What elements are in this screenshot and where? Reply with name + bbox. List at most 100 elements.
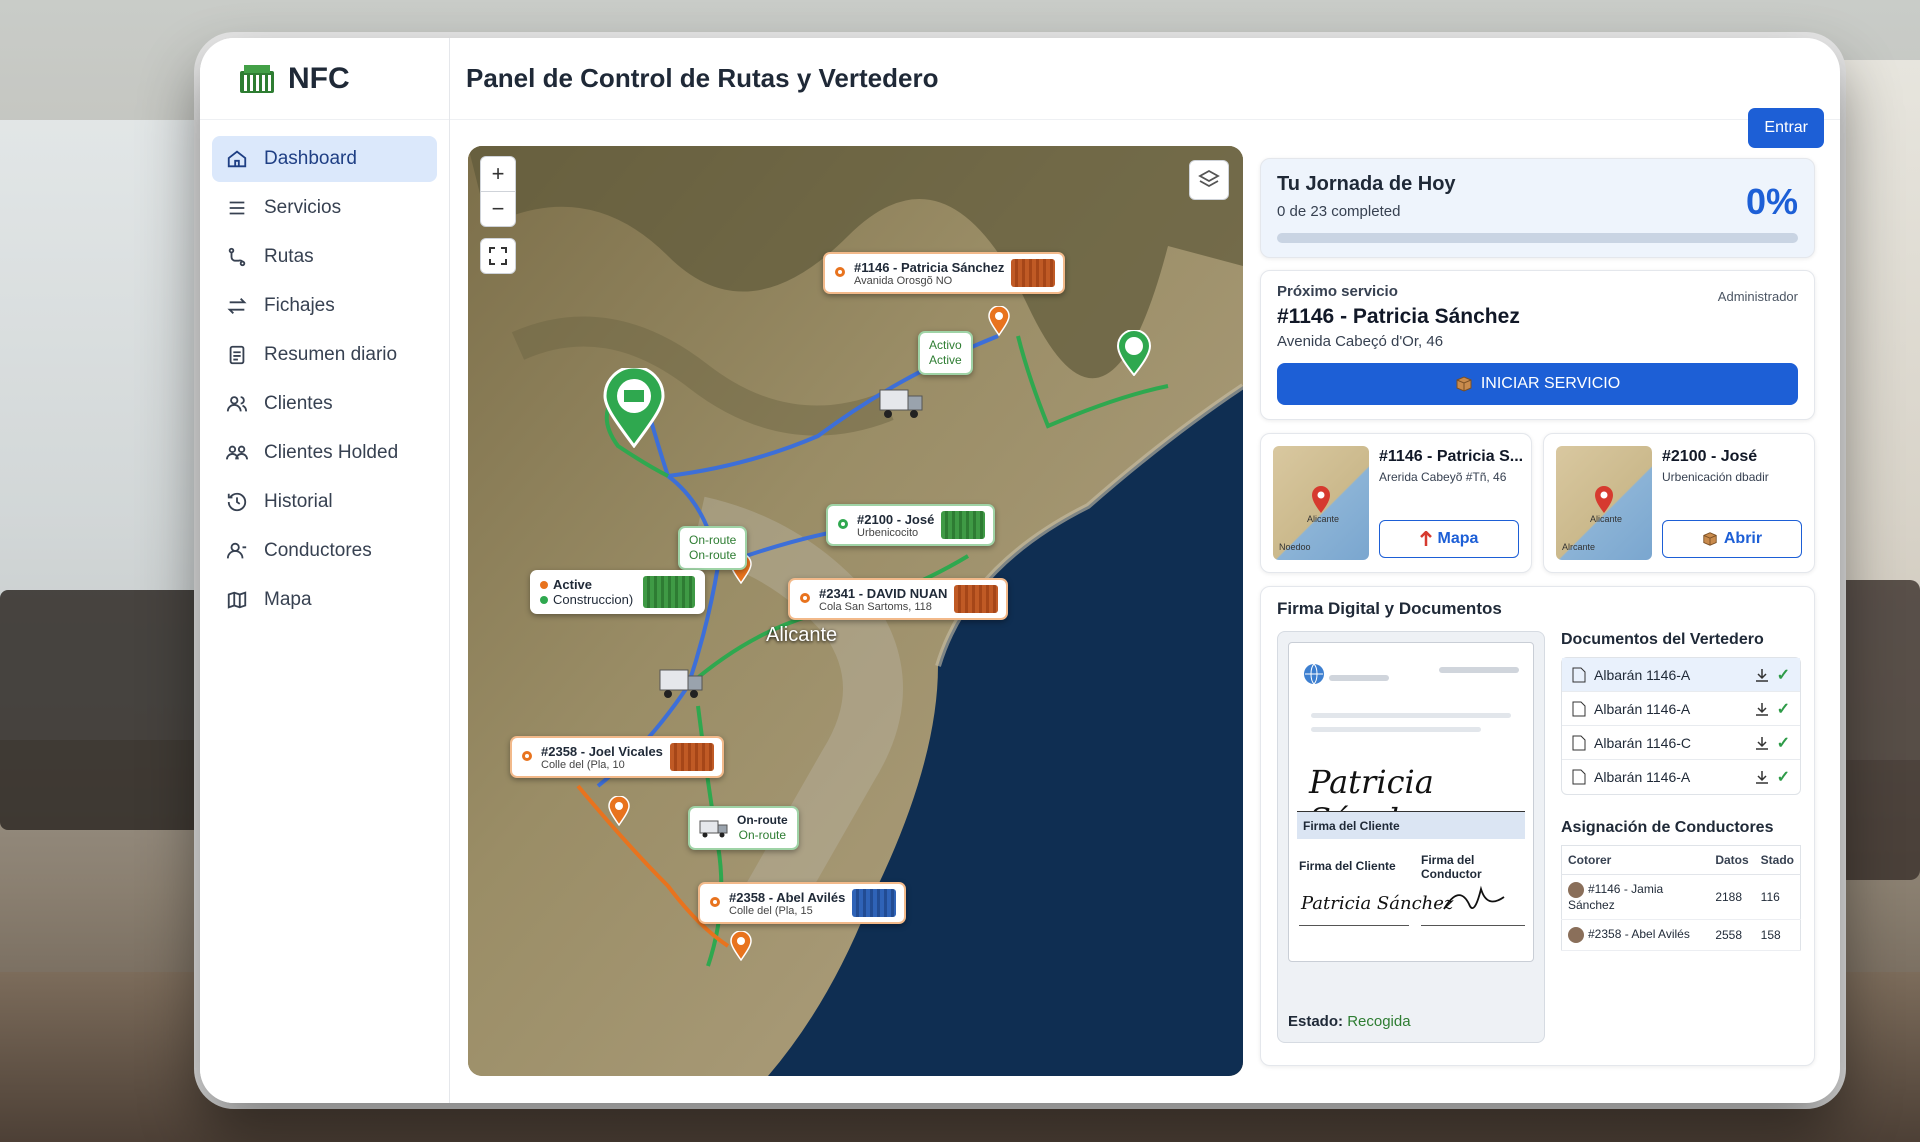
jornada-subtitle: 0 de 23 completed — [1277, 203, 1401, 220]
app-window: NFC Dashboard Servicios Rutas Fichajes R… — [200, 38, 1840, 1103]
avatar — [1568, 927, 1584, 943]
download-icon[interactable] — [1755, 668, 1769, 682]
list-item[interactable]: Albarán 1146-A ✓ — [1562, 658, 1800, 692]
brand[interactable]: NFC — [200, 38, 449, 120]
marker-address: Colle del (Pla, 15 — [729, 904, 813, 917]
signature-paper: Patricia Sánchez Firma del Cliente Firma… — [1288, 642, 1534, 962]
sidebar-item-resumen-diario[interactable]: Resumen diario — [212, 332, 437, 378]
download-icon[interactable] — [1755, 702, 1769, 716]
list-item[interactable]: Albarán 1146-C ✓ — [1562, 726, 1800, 760]
list-item[interactable]: Albarán 1146-A ✓ — [1562, 760, 1800, 794]
layers-button[interactable] — [1189, 160, 1229, 200]
sidebar-item-label: Clientes — [264, 393, 333, 414]
truck-icon — [659, 669, 703, 698]
sidebar-item-rutas[interactable]: Rutas — [212, 234, 437, 280]
location-pin-icon — [1312, 486, 1330, 513]
fullscreen-button[interactable] — [480, 238, 516, 274]
download-icon[interactable] — [1755, 736, 1769, 750]
sidebar-item-mapa[interactable]: Mapa — [212, 577, 437, 623]
status-text: On-route — [737, 813, 788, 827]
depot-pin-icon — [1116, 330, 1152, 376]
table-row[interactable]: #2358 - Abel Avilés 2558 158 — [1561, 919, 1801, 951]
check-icon: ✓ — [1776, 700, 1790, 718]
container-icon — [852, 889, 897, 917]
entrar-button[interactable]: Entrar — [1748, 108, 1824, 148]
marker-address: Cola San Sartoms, 118 — [819, 600, 932, 613]
estado-value: Recogida — [1347, 1013, 1411, 1030]
location-pin-icon — [522, 751, 532, 761]
documentos-list: Albarán 1146-A ✓ Albarán 1146-A ✓ Albará… — [1561, 657, 1801, 795]
status-text: On-route — [738, 828, 787, 842]
fullscreen-icon — [489, 247, 507, 265]
sidebar-item-fichajes[interactable]: Fichajes — [212, 283, 437, 329]
sidebar-item-label: Clientes Holded — [264, 442, 399, 463]
route-map[interactable]: + − #1146 - Patricia Sánchez Avanida Oros… — [468, 146, 1243, 1076]
route-icon — [228, 247, 246, 267]
sidebar-item-dashboard[interactable]: Dashboard — [212, 136, 437, 182]
map-city-label: Noedoo — [1279, 542, 1311, 552]
location-pin-icon — [1595, 486, 1613, 513]
document-name: Albarán 1146-A — [1594, 769, 1691, 785]
signature-document: Patricia Sánchez Firma del Cliente Firma… — [1277, 631, 1545, 1043]
box-icon — [1703, 532, 1717, 546]
map-marker-card[interactable]: #2358 - Abel Avilés Colle del (Pla, 15 — [698, 882, 907, 924]
container-icon — [1011, 259, 1056, 287]
status-text: On-route — [689, 548, 737, 562]
page-title: Panel de Control de Rutas y Vertedero — [466, 63, 939, 93]
location-pin-icon — [800, 593, 810, 603]
marker-title: #2100 - José — [857, 511, 935, 527]
location-pin-icon — [835, 267, 845, 277]
table-row[interactable]: #1146 - Jamia Sánchez 2188 116 — [1561, 874, 1801, 920]
jornada-card: Tu Jornada de Hoy 0 de 23 completed 0% — [1260, 158, 1815, 258]
map-marker-card[interactable]: #2341 - DAVID NUAN Cola San Sartoms, 118 — [788, 578, 1009, 620]
sidebar-item-clientes[interactable]: Clientes — [212, 381, 437, 427]
list-item[interactable]: Albarán 1146-A ✓ — [1562, 692, 1800, 726]
marker-title: #1146 - Patricia Sánchez — [854, 259, 1005, 275]
layers-icon — [1198, 169, 1220, 188]
progress-bar — [1277, 233, 1798, 243]
map-marker-card[interactable]: #2100 - José Urbenicocito — [826, 504, 996, 546]
depot-pin-icon — [603, 368, 665, 448]
iniciar-servicio-button[interactable]: INICIAR SERVICIO — [1277, 363, 1798, 405]
sidebar-item-clientes-holded[interactable]: Clientes Holded — [212, 430, 437, 476]
logo-icon — [240, 64, 274, 93]
firma-conductor-label: Firma del Conductor — [1421, 853, 1482, 881]
sidebar-item-conductores[interactable]: Conductores — [212, 528, 437, 574]
zoom-out-button[interactable]: − — [480, 191, 516, 227]
map-marker-card[interactable]: #1146 - Patricia Sánchez Avanida Orosgõ N… — [823, 252, 1066, 294]
sidebar-item-historial[interactable]: Historial — [212, 479, 437, 525]
mapa-button[interactable]: Mapa — [1379, 520, 1519, 558]
map-marker-card[interactable]: #2358 - Joel Vicales Colle del (Pla, 10 — [510, 736, 724, 778]
sidebar-item-label: Resumen diario — [264, 344, 398, 365]
marker-address: Avanida Orosgõ NO — [854, 274, 953, 287]
avatar — [1568, 882, 1584, 898]
container-icon — [669, 743, 714, 771]
sidebar-item-label: Dashboard — [264, 148, 357, 169]
button-label: INICIAR SERVICIO — [1480, 375, 1621, 392]
truck-icon — [699, 820, 728, 838]
check-icon: ✓ — [1776, 769, 1790, 786]
driver-icon — [226, 542, 247, 559]
document-name: Albarán 1146-C — [1594, 734, 1692, 751]
map-city-label: Alicante — [1590, 514, 1623, 524]
location-pin-icon — [988, 306, 1010, 336]
download-icon[interactable] — [1755, 770, 1769, 784]
city-label: Alicante — [766, 624, 838, 646]
sidebar-item-servicios[interactable]: Servicios — [212, 185, 437, 231]
file-icon — [1572, 701, 1586, 716]
container-icon — [941, 511, 986, 539]
users-icon — [226, 396, 248, 412]
map-legend: Active Construccion) — [530, 570, 706, 614]
asignacion-title: Asignación de Conductores — [1561, 819, 1774, 836]
location-pin-icon — [838, 519, 848, 529]
stado-cell: 116 — [1754, 874, 1801, 920]
button-label: Mapa — [1437, 530, 1479, 547]
abrir-button[interactable]: Abrir — [1662, 520, 1802, 558]
layers-icon — [229, 201, 245, 215]
zoom-in-button[interactable]: + — [480, 156, 516, 192]
map-city-label: Alicante — [1307, 514, 1340, 524]
check-icon: ✓ — [1776, 734, 1790, 752]
next-service-card: Próximo servicio Administrador #1146 - P… — [1260, 270, 1815, 420]
service-card: Alicante Alrcante #2100 - José Urbenicac… — [1543, 433, 1815, 573]
check-icon: ✓ — [1776, 666, 1790, 684]
